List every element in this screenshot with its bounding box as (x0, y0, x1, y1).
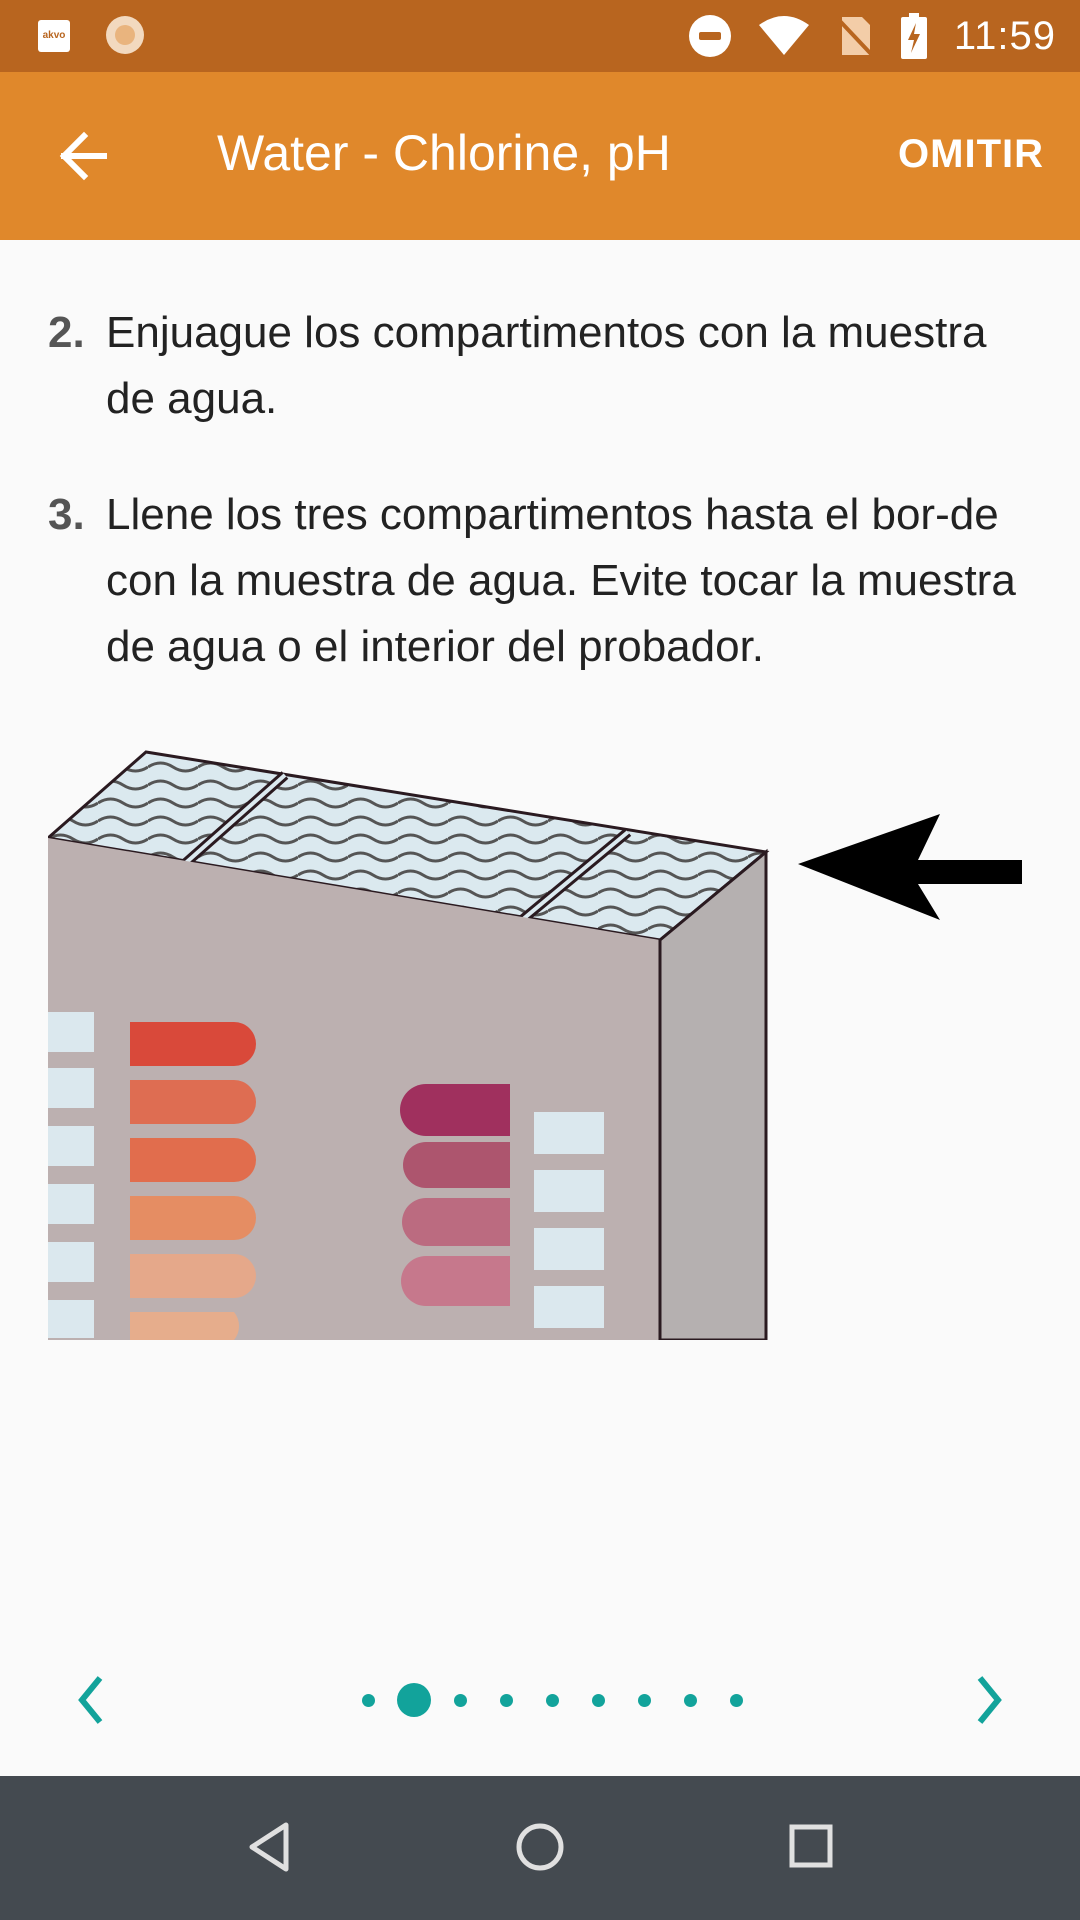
arrow-back-icon[interactable] (50, 122, 118, 190)
pager-dot[interactable] (729, 1693, 743, 1707)
page-title: Water - Chlorine, pH (217, 125, 671, 181)
no-sim-icon (836, 17, 874, 57)
pager-dot[interactable] (591, 1693, 605, 1707)
pager-dot[interactable] (683, 1693, 697, 1707)
pager-dot[interactable] (499, 1693, 513, 1707)
status-bar: akvo 11:59 (0, 0, 1080, 72)
skip-button[interactable]: OMITIR (898, 132, 1044, 177)
instruction-step: 3. Llene los tres compartimentos hasta e… (48, 482, 1038, 680)
nav-recents-icon[interactable] (786, 1821, 836, 1873)
page-indicator (0, 1660, 1080, 1740)
step-text: Enjuague los compartimentos con la muest… (106, 308, 987, 423)
pager-dot[interactable] (453, 1693, 467, 1707)
nav-home-icon[interactable] (514, 1821, 566, 1873)
akvo-app-icon: akvo (38, 20, 70, 52)
instruction-step: 2. Enjuague los compartimentos con la mu… (48, 300, 1038, 432)
battery-charging-icon (900, 13, 927, 59)
do-not-disturb-icon (688, 15, 731, 57)
pager-dot[interactable] (361, 1693, 375, 1707)
pager-dots (0, 1660, 1080, 1740)
step-number: 3. (48, 490, 85, 539)
sun-icon (106, 16, 144, 54)
nav-back-icon[interactable] (246, 1821, 292, 1873)
instruction-list: 2. Enjuague los compartimentos con la mu… (48, 300, 1038, 730)
step-number: 2. (48, 308, 85, 357)
pager-dot[interactable] (545, 1693, 559, 1707)
chevron-right-icon[interactable] (964, 1674, 1014, 1726)
step-text: Llene los tres compartimentos hasta el b… (106, 490, 1016, 671)
system-nav-bar (0, 1776, 1080, 1920)
wifi-icon (758, 16, 809, 55)
clock: 11:59 (953, 13, 1056, 58)
app-bar: Water - Chlorine, pH OMITIR (0, 72, 1080, 240)
pager-dot-active[interactable] (397, 1683, 431, 1717)
test-kit-illustration (48, 750, 1022, 1340)
pager-dot[interactable] (637, 1693, 651, 1707)
